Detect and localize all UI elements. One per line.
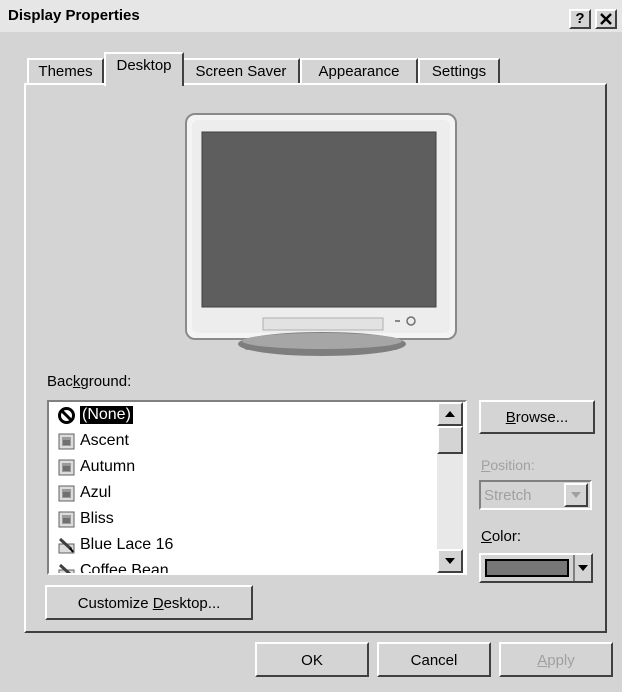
scroll-down-button[interactable] [437, 549, 463, 573]
monitor-preview [185, 113, 457, 356]
list-item[interactable]: Autumn [57, 454, 135, 480]
customize-desktop-button[interactable]: Customize Desktop... [45, 585, 253, 620]
none-icon [58, 406, 75, 424]
scroll-up-button[interactable] [437, 402, 463, 426]
image-file-icon [58, 459, 75, 475]
divider [573, 555, 575, 581]
image-file-icon [58, 433, 75, 449]
list-item[interactable]: Blue Lace 16 [57, 532, 173, 558]
position-label: Position: [481, 457, 535, 473]
paint-file-icon [58, 563, 75, 573]
arrow-up-icon [445, 411, 455, 417]
position-select[interactable]: Stretch [479, 480, 592, 510]
tab-label: Screen Saver [195, 63, 287, 80]
tab-label: Themes [38, 63, 93, 80]
chevron-down-icon [578, 565, 588, 571]
tab-label: Desktop [116, 57, 172, 74]
chevron-down-icon [571, 492, 581, 498]
arrow-down-icon [445, 558, 455, 564]
tab-label: Appearance [318, 63, 400, 80]
help-button[interactable]: ? [569, 9, 591, 29]
cancel-button[interactable]: Cancel [377, 642, 491, 677]
browse-button[interactable]: Browse... [479, 400, 595, 434]
list-item[interactable]: (None) [57, 402, 134, 428]
background-list[interactable]: (None) Ascent Autumn Azul Bliss Blue Lac… [47, 400, 467, 575]
tab-settings[interactable]: Settings [418, 58, 500, 85]
list-item[interactable]: Azul [57, 480, 111, 506]
tab-appearance[interactable]: Appearance [300, 58, 418, 85]
tab-desktop[interactable]: Desktop [104, 52, 184, 86]
position-value: Stretch [484, 487, 532, 504]
position-dropdown-button[interactable] [564, 483, 588, 507]
list-item[interactable]: Ascent [57, 428, 129, 454]
ok-button[interactable]: OK [255, 642, 369, 677]
list-scrollbar[interactable] [437, 402, 463, 573]
list-item[interactable]: Coffee Bean [57, 558, 169, 575]
image-file-icon [58, 485, 75, 501]
tab-screen-saver[interactable]: Screen Saver [182, 58, 300, 85]
image-file-icon [58, 511, 75, 527]
apply-button[interactable]: Apply [499, 642, 613, 677]
color-swatch [485, 559, 569, 577]
list-item-label: (None) [79, 405, 134, 425]
title-bar: Display Properties ? [0, 0, 622, 32]
close-icon [600, 13, 612, 25]
window-title: Display Properties [8, 7, 140, 24]
list-item-label: Autumn [80, 458, 136, 475]
tab-themes[interactable]: Themes [27, 58, 104, 85]
list-item-label: Bliss [80, 510, 114, 527]
color-label: Color: [481, 528, 522, 545]
background-label: Background: [47, 373, 132, 390]
color-picker-button[interactable] [479, 553, 593, 583]
list-item[interactable]: Bliss [57, 506, 114, 532]
list-item-label: Ascent [80, 432, 129, 449]
paint-file-icon [58, 537, 75, 553]
list-item-label: Azul [80, 484, 112, 501]
close-button[interactable] [595, 9, 617, 29]
list-item-label: Blue Lace 16 [80, 536, 174, 553]
tab-label: Settings [431, 63, 487, 80]
list-item-label: Coffee Bean [80, 562, 169, 575]
scroll-thumb[interactable] [437, 426, 463, 454]
